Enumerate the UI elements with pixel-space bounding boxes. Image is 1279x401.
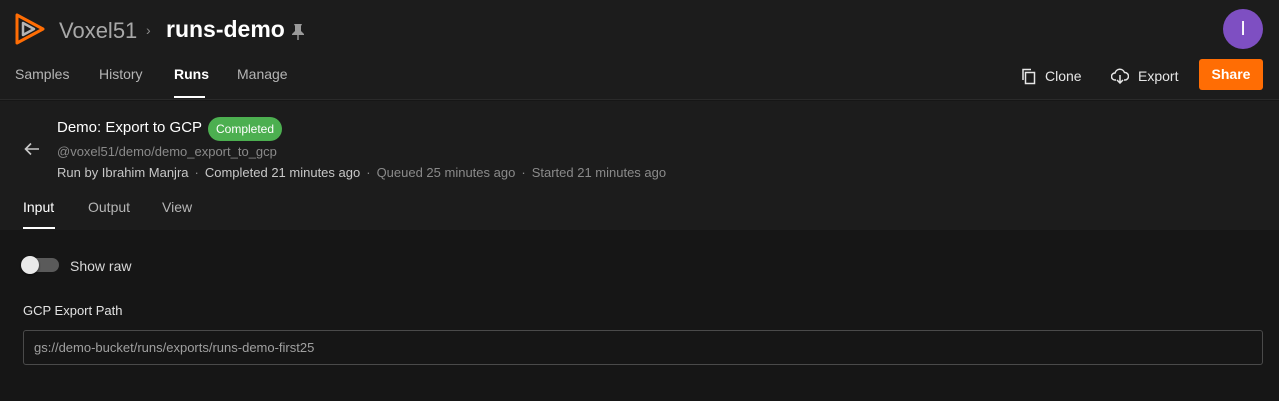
separator-dot: ·: [366, 165, 371, 180]
export-label: Export: [1138, 68, 1179, 84]
active-subtab-indicator: [23, 227, 55, 229]
run-by: Run by Ibrahim Manjra: [57, 165, 189, 180]
chevron-right-icon: ›: [146, 22, 151, 38]
share-button[interactable]: Share: [1199, 59, 1263, 90]
avatar[interactable]: I: [1223, 9, 1263, 49]
run-title: Demo: Export to GCP: [57, 119, 203, 136]
clone-icon: [1022, 68, 1036, 84]
cloud-download-icon: [1111, 68, 1129, 84]
tab-samples[interactable]: Samples: [15, 66, 69, 82]
run-metadata: Run by Ibrahim Manjra · Completed 21 minut…: [57, 165, 666, 180]
pin-icon[interactable]: [291, 23, 305, 41]
status-badge: Completed: [208, 117, 283, 141]
started-time: Started 21 minutes ago: [531, 165, 667, 180]
clone-button[interactable]: Clone: [1021, 66, 1082, 86]
show-raw-toggle[interactable]: [21, 256, 59, 274]
operator-uri: @voxel51/demo/demo_export_to_gcp: [57, 144, 277, 159]
gcp-export-path-label: GCP Export Path: [23, 303, 123, 318]
tab-input[interactable]: Input: [23, 199, 54, 215]
tab-runs[interactable]: Runs: [174, 66, 209, 82]
separator-dot: ·: [194, 165, 199, 180]
export-button[interactable]: Export: [1111, 66, 1178, 86]
org-name[interactable]: Voxel51: [59, 18, 137, 44]
toggle-thumb: [21, 256, 39, 274]
tab-output[interactable]: Output: [88, 199, 130, 215]
queued-time: Queued 25 minutes ago: [376, 165, 516, 180]
top-bar: Voxel51 › runs-demo I Samples History Ru…: [0, 0, 1279, 100]
gcp-export-path-field[interactable]: gs://demo-bucket/runs/exports/runs-demo-…: [23, 330, 1263, 365]
tab-history[interactable]: History: [99, 66, 143, 82]
separator-dot: ·: [521, 165, 526, 180]
back-arrow-icon[interactable]: [23, 140, 41, 158]
tab-view[interactable]: View: [162, 199, 192, 215]
tab-manage[interactable]: Manage: [237, 66, 288, 82]
active-tab-indicator: [174, 96, 205, 98]
voxel51-logo-icon[interactable]: [14, 12, 46, 46]
show-raw-label: Show raw: [70, 258, 132, 274]
dataset-name[interactable]: runs-demo: [166, 16, 285, 43]
clone-label: Clone: [1045, 68, 1082, 84]
completed-time: Completed 21 minutes ago: [204, 165, 361, 180]
